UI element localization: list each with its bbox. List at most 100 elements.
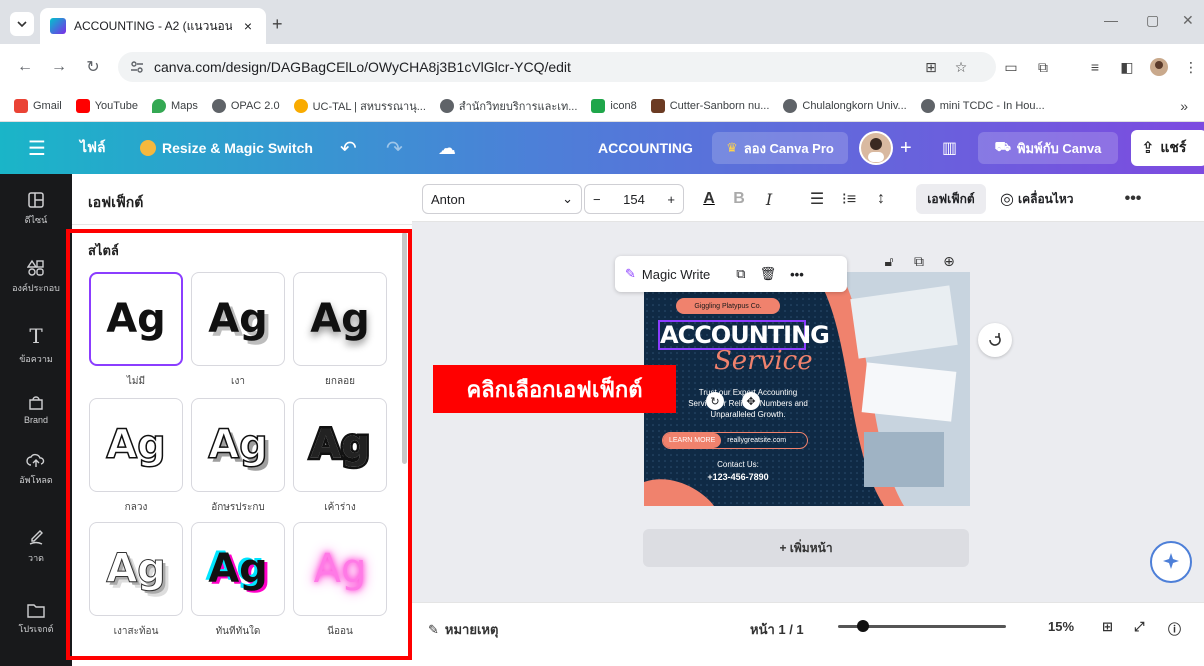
add-page-icon[interactable]: ⊕ bbox=[936, 248, 962, 274]
fullscreen-icon[interactable]: ⤢ bbox=[1134, 619, 1144, 635]
spacing-icon[interactable]: ↕ bbox=[868, 186, 894, 212]
decrease-size-button[interactable]: − bbox=[593, 192, 601, 207]
close-icon[interactable]: × bbox=[240, 18, 256, 34]
file-menu[interactable]: ไฟล์ bbox=[80, 122, 106, 174]
restore-icon[interactable]: ▢ bbox=[1146, 12, 1159, 29]
style-outline-tile[interactable]: Ag bbox=[293, 398, 387, 492]
redo-icon[interactable]: ↷ bbox=[386, 122, 403, 174]
italic-icon[interactable]: I bbox=[756, 186, 782, 212]
site-settings-icon[interactable] bbox=[126, 56, 148, 78]
reading-list-icon[interactable]: ≡ bbox=[1084, 56, 1106, 78]
style-glitch-tile[interactable]: Ag bbox=[191, 522, 285, 616]
increase-size-button[interactable]: + bbox=[667, 192, 675, 207]
lock-icon[interactable]: 🔓︎ bbox=[876, 248, 902, 274]
address-bar[interactable]: canva.com/design/DAGBagCElLo/OWyCHA8j3B1… bbox=[118, 52, 996, 82]
resize-magic-switch-button[interactable]: Resize & Magic Switch bbox=[140, 122, 313, 174]
zoom-slider-thumb[interactable] bbox=[857, 620, 869, 632]
bookmark-item[interactable]: Maps bbox=[151, 98, 198, 113]
font-family-select[interactable]: Anton ⌄ bbox=[422, 184, 582, 214]
more-bookmarks-icon[interactable]: » bbox=[1180, 98, 1188, 114]
rail-item-uploads[interactable]: อัพโหลด bbox=[0, 438, 72, 500]
effects-button[interactable]: เอฟเฟ็กต์ bbox=[916, 184, 986, 214]
browser-tab[interactable]: ACCOUNTING - A2 (แนวนอน) × bbox=[40, 8, 266, 44]
magic-write-button[interactable]: Magic Write bbox=[642, 267, 710, 282]
back-icon[interactable]: ← bbox=[14, 56, 36, 78]
style-lift-tile[interactable]: Ag bbox=[293, 272, 387, 366]
duplicate-page-icon[interactable]: ⧉ bbox=[906, 248, 932, 274]
page-indicator[interactable]: หน้า 1 / 1 bbox=[750, 619, 804, 640]
forward-icon[interactable]: → bbox=[48, 56, 70, 78]
add-collaborator-icon[interactable]: + bbox=[900, 122, 912, 174]
insights-icon[interactable]: ▥ bbox=[942, 122, 957, 174]
rotate-handle-icon[interactable]: ↻ bbox=[706, 392, 724, 410]
bold-icon[interactable]: B bbox=[726, 186, 752, 212]
style-label: ทันทีทันใด bbox=[215, 626, 261, 637]
magic-assistant-icon[interactable] bbox=[1150, 541, 1192, 583]
rail-item-projects[interactable]: โปรเจกต์ bbox=[0, 588, 72, 650]
share-button[interactable]: ⇪ แชร์ bbox=[1131, 130, 1204, 166]
bookmark-item[interactable]: สำนักวิทยบริการและเท... bbox=[439, 97, 577, 115]
font-size-value[interactable]: 154 bbox=[623, 192, 645, 207]
zoom-value[interactable]: 15% bbox=[1048, 619, 1074, 634]
rail-item-brand[interactable]: Brand bbox=[0, 378, 72, 440]
docs-extension-icon[interactable]: ▭ bbox=[1000, 56, 1022, 78]
bookmark-item[interactable]: OPAC 2.0 bbox=[211, 98, 280, 113]
bookmark-item[interactable]: Chulalongkorn Univ... bbox=[783, 98, 907, 113]
bookmark-item[interactable]: Gmail bbox=[14, 98, 62, 113]
move-handle-icon[interactable]: ✥ bbox=[742, 392, 760, 410]
browser-menu-icon[interactable]: ⋮ bbox=[1180, 56, 1202, 78]
globe-icon bbox=[211, 98, 226, 113]
more-options-icon[interactable]: ••• bbox=[790, 267, 804, 282]
translate-icon[interactable]: ⊞ bbox=[920, 56, 942, 78]
style-neon-tile[interactable]: Ag bbox=[293, 522, 387, 616]
learn-more-pill: LEARN MORE reallygreatsite.com bbox=[662, 432, 808, 449]
rail-item-text[interactable]: T ข้อความ bbox=[0, 314, 72, 376]
try-canva-pro-button[interactable]: ♛ ลอง Canva Pro bbox=[712, 132, 848, 164]
bookmark-star-icon[interactable]: ☆ bbox=[950, 56, 972, 78]
rail-item-design[interactable]: ดีไซน์ bbox=[0, 178, 72, 240]
bookmark-item[interactable]: Cutter-Sanborn nu... bbox=[650, 98, 769, 113]
design-page[interactable]: Giggling Platypus Co. ACCOUNTING Service… bbox=[644, 272, 970, 506]
document-title[interactable]: ACCOUNTING bbox=[598, 122, 693, 174]
style-splice-tile[interactable]: Ag bbox=[191, 398, 285, 492]
animate-button[interactable]: ◎ เคลื่อนไหว bbox=[1000, 184, 1110, 214]
draw-icon bbox=[29, 530, 43, 545]
reload-icon[interactable]: ↻ bbox=[82, 56, 104, 78]
notes-button[interactable]: ✎ หมายเหตุ bbox=[428, 619, 498, 640]
profile-avatar[interactable] bbox=[1148, 56, 1170, 78]
list-icon[interactable]: ⁝≡ bbox=[836, 186, 862, 212]
minimize-icon[interactable]: — bbox=[1104, 12, 1118, 28]
cloud-saved-icon[interactable]: ☁ bbox=[438, 122, 456, 174]
regenerate-comment-icon[interactable] bbox=[978, 323, 1012, 357]
tab-search-button[interactable] bbox=[10, 12, 34, 36]
help-icon[interactable]: ⓘ bbox=[1168, 619, 1181, 638]
rail-item-elements[interactable]: องค์ประกอบ bbox=[0, 246, 72, 308]
close-window-icon[interactable]: ✕ bbox=[1182, 12, 1194, 29]
style-shadow-tile[interactable]: Ag bbox=[191, 272, 285, 366]
side-panel-icon[interactable]: ◧ bbox=[1116, 56, 1138, 78]
hamburger-menu-icon[interactable]: ☰ bbox=[28, 122, 46, 174]
grid-view-icon[interactable]: ⊞ bbox=[1102, 619, 1113, 635]
add-page-button[interactable]: + เพิ่มหน้า bbox=[643, 529, 969, 567]
copy-icon[interactable]: ⧉ bbox=[736, 266, 745, 282]
print-with-canva-button[interactable]: ⛟ พิมพ์กับ Canva bbox=[978, 132, 1118, 164]
trash-icon[interactable]: 🗑︎ bbox=[760, 266, 777, 282]
bookmark-item[interactable]: mini TCDC - In Hou... bbox=[920, 98, 1045, 113]
new-tab-button[interactable]: + bbox=[272, 14, 283, 35]
style-echo-tile[interactable]: Ag bbox=[89, 522, 183, 616]
bookmark-item[interactable]: UC-TAL | สหบรรณานุ... bbox=[293, 97, 426, 115]
panel-scrollbar[interactable] bbox=[402, 232, 407, 464]
rail-item-draw[interactable]: วาด bbox=[0, 516, 72, 578]
align-center-icon[interactable]: ☰ bbox=[804, 186, 830, 212]
font-size-stepper[interactable]: − 154 + bbox=[584, 184, 684, 214]
style-none-tile[interactable]: Ag bbox=[89, 272, 183, 366]
zoom-slider[interactable] bbox=[838, 620, 1006, 632]
more-options-icon[interactable]: ••• bbox=[1120, 186, 1146, 212]
bookmark-item[interactable]: YouTube bbox=[75, 98, 138, 113]
bookmark-item[interactable]: icon8 bbox=[591, 98, 637, 113]
text-color-icon[interactable]: A bbox=[696, 186, 722, 212]
undo-icon[interactable]: ↶ bbox=[340, 122, 357, 174]
collaborator-avatar[interactable] bbox=[858, 122, 894, 174]
style-hollow-tile[interactable]: Ag bbox=[89, 398, 183, 492]
extensions-icon[interactable]: ⧉ bbox=[1032, 56, 1054, 78]
